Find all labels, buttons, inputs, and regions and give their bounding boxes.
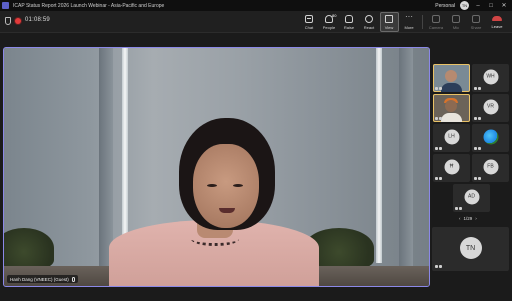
self-avatar: TN [459,237,482,260]
meeting-timer: 01:08:59 [25,17,50,23]
participant-tile[interactable]: LH [433,124,470,152]
speaker-eye [207,184,217,187]
tile-status-icons [435,265,442,268]
react-icon [365,14,373,23]
camera-label: Camera [428,24,444,30]
tile-status-icons [435,117,442,120]
speaker-person [109,118,319,286]
tile-status-icons [435,177,442,180]
mic-icon [452,14,460,23]
tile-status-icons [435,87,442,90]
participant-tile[interactable]: AD [453,184,490,212]
participant-avatar: Ħ [444,159,459,175]
raise-hand-icon [345,14,353,23]
participant-tile[interactable] [472,124,509,152]
speaker-name: Hanh Dang (VNEEC) (Guest) [10,276,69,282]
people-icon [325,14,333,23]
shield-icon[interactable] [5,17,11,25]
chat-icon [305,14,313,23]
light-strip [376,48,382,263]
speaker-name-tag: Hanh Dang (VNEEC) (Guest) [7,275,78,283]
plant [4,228,54,268]
react-label: React [363,24,375,30]
participant-face [445,70,457,82]
more-label: More [404,24,414,30]
toolbar-actions: Chat 80 People Raise React View More Cam… [299,11,512,33]
title-bar-controls: Personal TN – □ ✕ [435,0,512,11]
window-title: ICAP Status Report 2026 Launch Webinar -… [13,2,165,9]
mic-label: Mic [452,24,460,30]
participant-body [441,113,462,122]
pager-text: 1/29 [463,216,473,221]
chat-button[interactable]: Chat [300,12,319,32]
leave-phone-icon [492,15,502,21]
participant-avatar: WH [483,69,498,85]
people-label: People [322,24,336,30]
profile-avatar[interactable]: TN [460,1,469,10]
participant-tile[interactable]: WH [472,64,509,92]
pager-next-button[interactable]: › [475,216,477,221]
participant-avatar: VR [483,99,498,115]
camera-button[interactable]: Camera [427,12,446,32]
participant-tile[interactable]: FB [472,154,509,182]
share-icon [472,14,480,23]
mic-button[interactable]: Mic [447,12,466,32]
view-label: View [384,24,394,30]
teams-app-icon [2,2,9,9]
participant-tile[interactable]: Ħ [433,154,470,182]
participant-avatar: LH [444,129,459,145]
participant-tile[interactable] [433,64,470,92]
window-frame [399,48,413,286]
main-speaker-video[interactable]: Hanh Dang (VNEEC) (Guest) [3,47,430,287]
raise-hand-button[interactable]: Raise [340,12,359,32]
tile-status-icons [474,147,481,150]
view-button[interactable]: View [379,12,399,32]
tile-status-icons [435,147,442,150]
minimize-button[interactable]: – [474,2,482,10]
raise-label: Raise [343,24,355,30]
chat-label: Chat [304,24,314,30]
mic-icon [71,276,75,282]
self-view-tile[interactable]: TN [432,227,509,271]
maximize-button[interactable]: □ [487,2,495,10]
participant-avatar: AD [464,189,479,205]
people-button[interactable]: 80 People [320,12,339,32]
react-button[interactable]: React [360,12,379,32]
tile-status-icons [474,117,481,120]
leave-label: Leave [491,23,503,29]
participant-avatar: FB [483,159,498,175]
participant-body [441,83,462,92]
leave-button[interactable]: Leave [486,12,508,32]
close-button[interactable]: ✕ [500,2,508,10]
speaker-necklace [191,232,239,246]
participant-tile[interactable] [433,94,470,122]
more-button[interactable]: More [400,12,419,32]
globe-avatar-icon [483,129,498,145]
profile-label[interactable]: Personal [435,3,455,9]
recording-indicator-icon [15,18,21,24]
view-icon [385,14,393,23]
share-button[interactable]: Share [467,12,486,32]
participant-tile[interactable]: VR [472,94,509,122]
camera-icon [432,14,440,23]
tile-status-icons [474,177,481,180]
share-label: Share [470,24,482,30]
pager-prev-button[interactable]: ‹ [459,216,461,221]
more-icon [405,12,413,23]
tile-status-icons [455,207,462,210]
participant-face [445,100,457,112]
gallery-pager: ‹ 1/29 › [459,216,477,221]
title-bar: ICAP Status Report 2026 Launch Webinar -… [0,0,512,11]
meeting-toolbar: 01:08:59 Chat 80 People Raise React View… [0,11,512,33]
speaker-face [193,144,259,228]
speaker-eye [233,184,243,187]
speaker-mouth [219,208,235,213]
tile-status-icons [474,87,481,90]
toolbar-divider [422,15,423,29]
